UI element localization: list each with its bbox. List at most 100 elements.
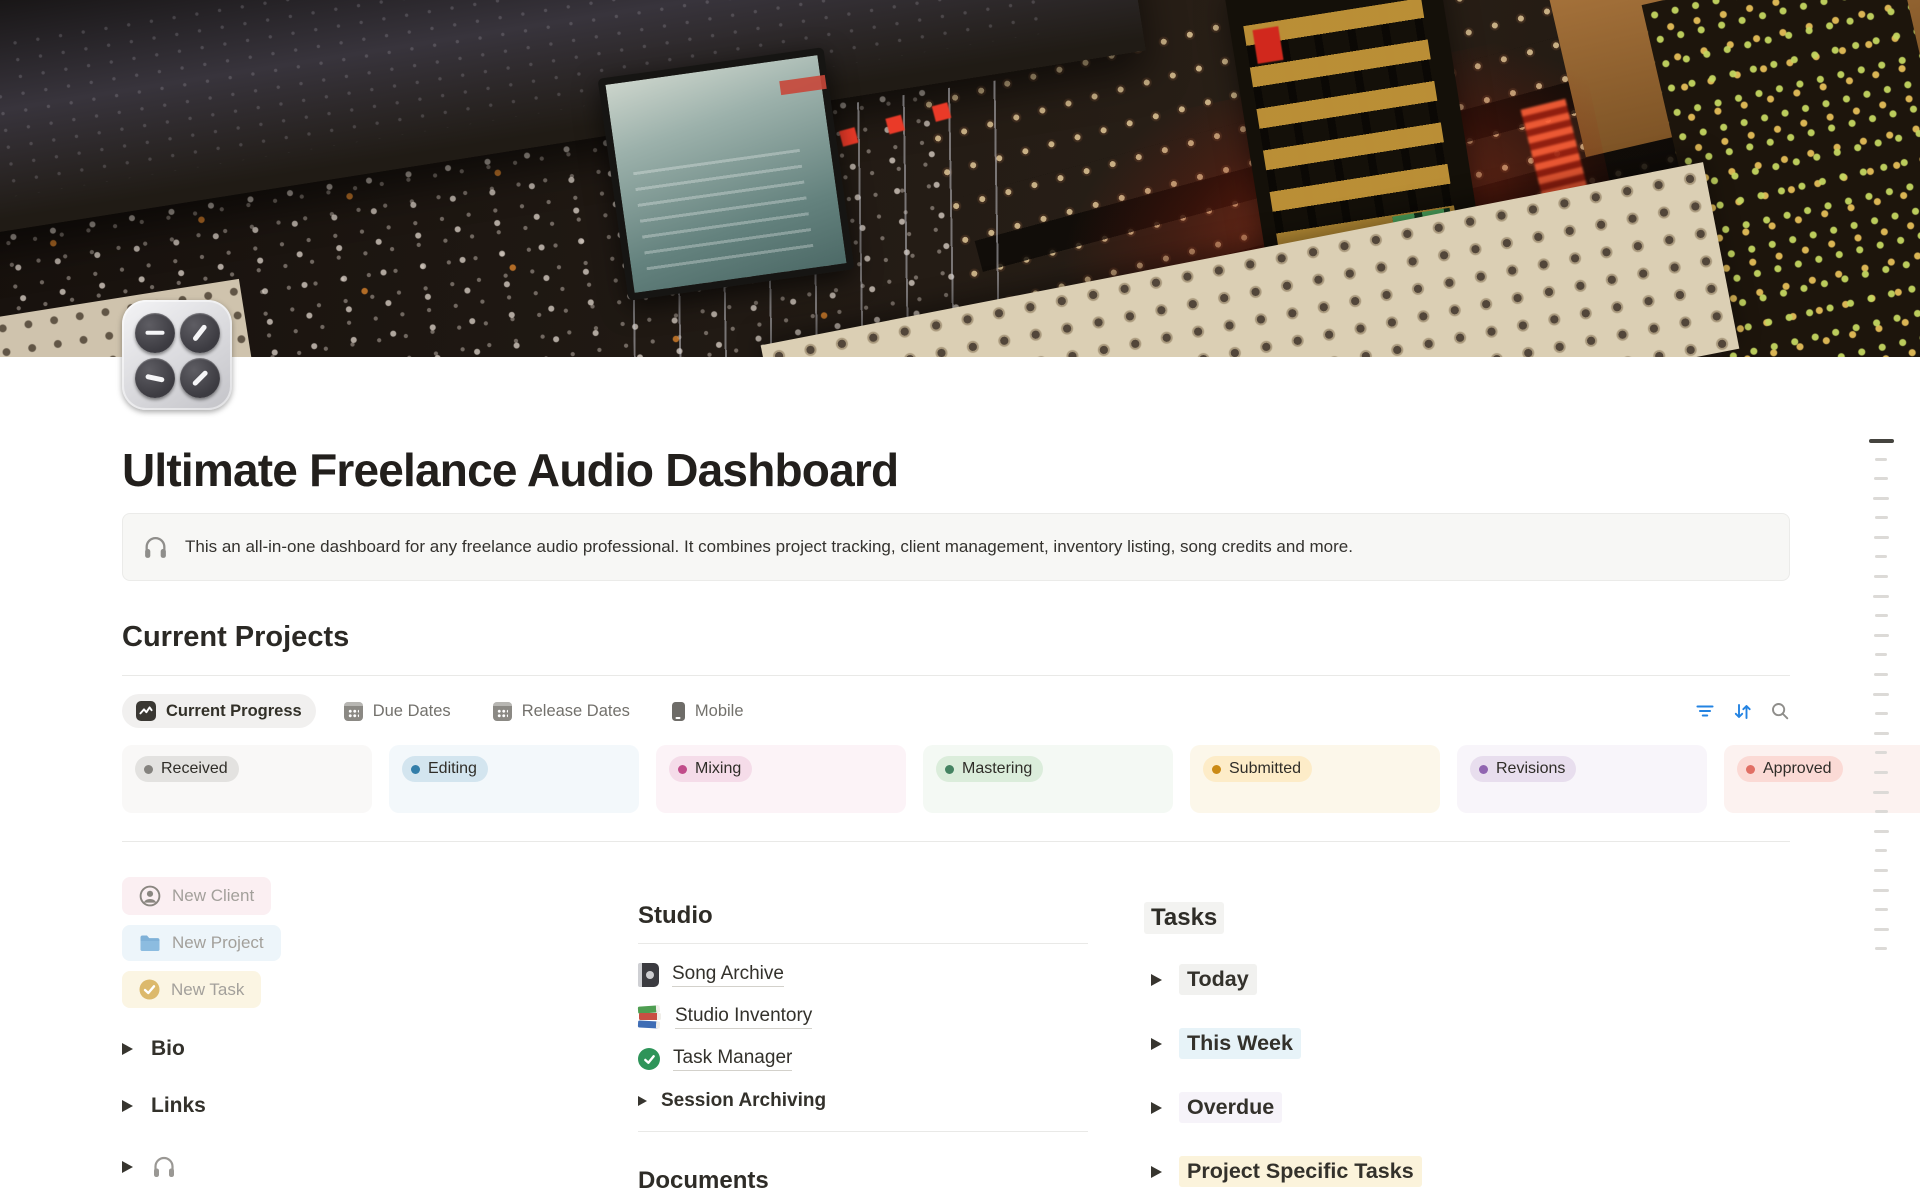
board-column-submitted: Submitted bbox=[1190, 745, 1440, 813]
toggle-bio[interactable]: Bio bbox=[122, 1037, 592, 1061]
outline-mark[interactable] bbox=[1874, 477, 1888, 480]
toggle-label: This Week bbox=[1179, 1028, 1301, 1059]
outline-mark[interactable] bbox=[1873, 693, 1889, 696]
calendar-icon bbox=[493, 702, 512, 721]
outline-mark[interactable] bbox=[1875, 516, 1888, 519]
link-label[interactable]: Task Manager bbox=[673, 1047, 792, 1071]
view-tabs: Current Progress Due Dates Release Dates… bbox=[122, 693, 1790, 729]
outline-mark[interactable] bbox=[1875, 458, 1887, 461]
sort-icon[interactable] bbox=[1732, 701, 1753, 722]
outline-mark[interactable] bbox=[1874, 928, 1889, 931]
toggle-arrow-icon[interactable] bbox=[1151, 974, 1162, 986]
outline-mark[interactable] bbox=[1874, 634, 1889, 637]
toggle-session-archiving[interactable]: Session Archiving bbox=[638, 1080, 1105, 1122]
outline-mark[interactable] bbox=[1873, 791, 1889, 794]
outline-mark[interactable] bbox=[1875, 908, 1888, 911]
toggle-arrow-icon[interactable] bbox=[1151, 1166, 1162, 1178]
outline-mark[interactable] bbox=[1874, 673, 1888, 676]
headphones-icon bbox=[151, 1154, 177, 1180]
status-pill-editing[interactable]: Editing bbox=[402, 756, 488, 782]
toggle-overdue[interactable]: Overdue bbox=[1151, 1092, 1788, 1123]
outline-mark[interactable] bbox=[1874, 771, 1888, 774]
toggle-arrow-icon[interactable] bbox=[1151, 1038, 1162, 1050]
status-label: Revisions bbox=[1496, 760, 1565, 778]
section-heading-current-projects: Current Projects bbox=[122, 621, 1790, 654]
link-task-manager[interactable]: Task Manager bbox=[638, 1038, 1105, 1080]
toggle-today[interactable]: Today bbox=[1151, 964, 1788, 995]
toggle-arrow-icon[interactable] bbox=[1151, 1102, 1162, 1114]
outline-mark[interactable] bbox=[1873, 497, 1889, 500]
outline-mark[interactable] bbox=[1874, 830, 1889, 833]
button-label: New Project bbox=[172, 933, 264, 953]
outline-mark[interactable] bbox=[1875, 751, 1887, 754]
status-pill-approved[interactable]: Approved bbox=[1737, 756, 1843, 782]
callout-text: This an all-in-one dashboard for any fre… bbox=[185, 537, 1353, 557]
outline-mark[interactable] bbox=[1874, 575, 1888, 578]
toggle-label: Links bbox=[151, 1094, 206, 1118]
tab-current-progress[interactable]: Current Progress bbox=[122, 694, 316, 728]
tab-label: Mobile bbox=[695, 702, 744, 721]
outline-mark[interactable] bbox=[1874, 536, 1889, 539]
board-column-mastering: Mastering bbox=[923, 745, 1173, 813]
toggle-label: Project Specific Tasks bbox=[1179, 1156, 1422, 1187]
link-studio-inventory[interactable]: Studio Inventory bbox=[638, 996, 1105, 1038]
status-pill-submitted[interactable]: Submitted bbox=[1203, 756, 1312, 782]
toggle-headphones[interactable] bbox=[122, 1154, 592, 1180]
link-label[interactable]: Song Archive bbox=[672, 963, 784, 987]
outline-mark[interactable] bbox=[1873, 889, 1889, 892]
toggle-links[interactable]: Links bbox=[122, 1094, 592, 1118]
outline-mark[interactable] bbox=[1875, 653, 1887, 656]
tab-release-dates[interactable]: Release Dates bbox=[479, 695, 644, 728]
status-dot bbox=[678, 765, 687, 774]
tab-mobile[interactable]: Mobile bbox=[658, 695, 758, 728]
toggle-project-specific-tasks[interactable]: Project Specific Tasks bbox=[1151, 1156, 1788, 1187]
new-client-button[interactable]: New Client bbox=[122, 877, 271, 915]
right-column: Tasks Today This Week Overdue Project Sp… bbox=[1151, 869, 1788, 1195]
toggle-arrow-icon[interactable] bbox=[638, 1096, 647, 1106]
outline-mark[interactable] bbox=[1875, 810, 1888, 813]
page-title: Ultimate Freelance Audio Dashboard bbox=[122, 443, 1790, 497]
status-label: Submitted bbox=[1229, 760, 1301, 778]
check-circle-icon bbox=[139, 979, 160, 1000]
link-song-archive[interactable]: Song Archive bbox=[638, 954, 1105, 996]
filter-icon[interactable] bbox=[1695, 701, 1715, 721]
link-label[interactable]: Studio Inventory bbox=[675, 1005, 812, 1029]
status-pill-mixing[interactable]: Mixing bbox=[669, 756, 752, 782]
search-icon[interactable] bbox=[1770, 701, 1790, 721]
callout: This an all-in-one dashboard for any fre… bbox=[122, 513, 1790, 581]
status-pill-revisions[interactable]: Revisions bbox=[1470, 756, 1576, 782]
status-label: Received bbox=[161, 760, 228, 778]
studio-heading: Studio bbox=[638, 902, 1105, 930]
status-pill-received[interactable]: Received bbox=[135, 756, 239, 782]
outline-mark[interactable] bbox=[1874, 869, 1888, 872]
status-label: Mixing bbox=[695, 760, 741, 778]
outline-mark[interactable] bbox=[1875, 947, 1887, 950]
chart-icon bbox=[136, 701, 156, 721]
documents-heading: Documents bbox=[638, 1167, 1105, 1195]
toggle-arrow-icon[interactable] bbox=[122, 1161, 133, 1173]
toggle-this-week[interactable]: This Week bbox=[1151, 1028, 1788, 1059]
outline-mark[interactable] bbox=[1875, 849, 1887, 852]
status-pill-mastering[interactable]: Mastering bbox=[936, 756, 1043, 782]
outline-mark[interactable] bbox=[1874, 732, 1889, 735]
outline-mark[interactable] bbox=[1869, 439, 1894, 443]
outline-mark[interactable] bbox=[1875, 712, 1888, 715]
outline-mark[interactable] bbox=[1875, 555, 1887, 558]
tab-due-dates[interactable]: Due Dates bbox=[330, 695, 465, 728]
outline-mark[interactable] bbox=[1873, 595, 1889, 598]
outline-mark[interactable] bbox=[1875, 614, 1888, 617]
toggle-arrow-icon[interactable] bbox=[122, 1043, 133, 1055]
toggle-arrow-icon[interactable] bbox=[122, 1100, 133, 1112]
board-column-editing: Editing bbox=[389, 745, 639, 813]
board-column-revisions: Revisions bbox=[1457, 745, 1707, 813]
new-project-button[interactable]: New Project bbox=[122, 925, 281, 961]
status-label: Editing bbox=[428, 760, 477, 778]
person-icon bbox=[139, 885, 161, 907]
middle-column: Studio Song Archive Studio Inventory Tas… bbox=[638, 869, 1105, 1195]
knob bbox=[180, 313, 220, 353]
board-column-received: Received bbox=[122, 745, 372, 813]
tab-label: Release Dates bbox=[522, 702, 630, 721]
control-knobs-icon[interactable] bbox=[122, 300, 232, 410]
knob bbox=[180, 358, 220, 398]
new-task-button[interactable]: New Task bbox=[122, 971, 261, 1008]
